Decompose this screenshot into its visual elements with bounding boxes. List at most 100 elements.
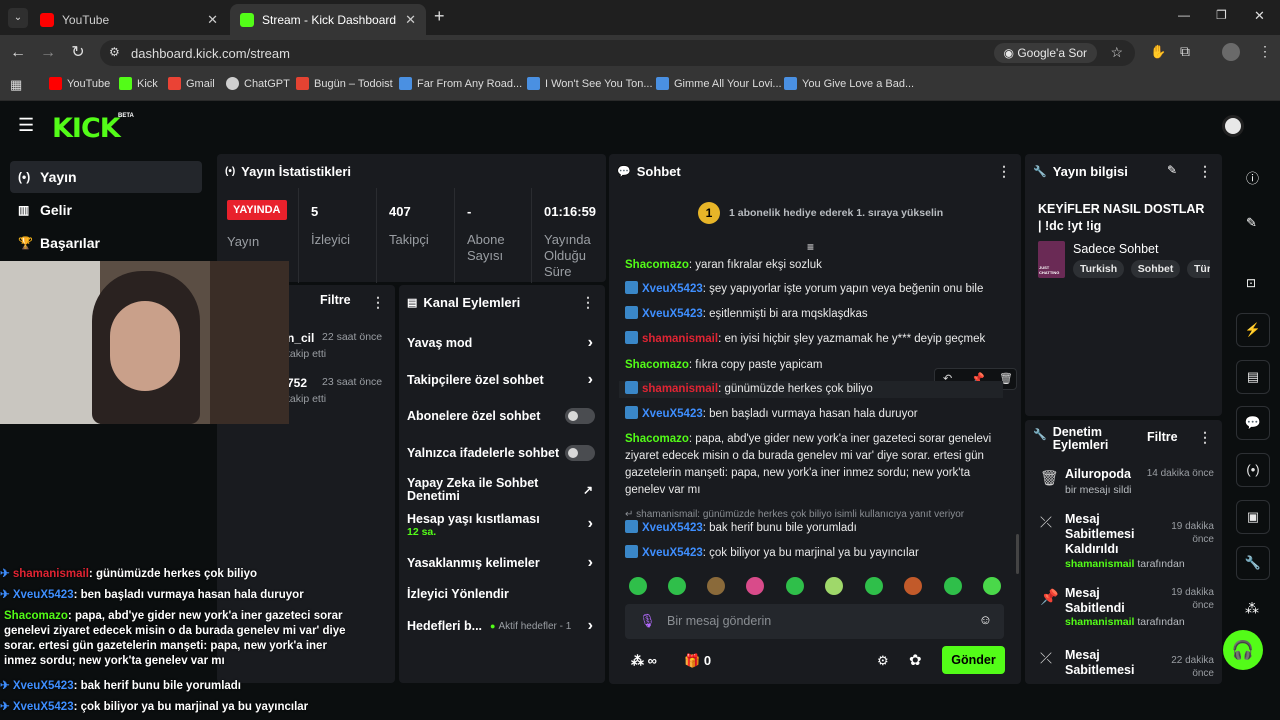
close-tab-icon[interactable]: ✕ (405, 12, 416, 28)
emote-icon[interactable] (944, 577, 962, 595)
close-window-button[interactable]: ✕ (1254, 8, 1265, 24)
emote-icon[interactable] (865, 577, 883, 595)
omnibox[interactable]: ⚙ dashboard.kick.com/stream ◉ Google'a S… (100, 40, 1135, 66)
microphone-icon[interactable]: 🎙 (639, 613, 656, 629)
subscribers-only-toggle[interactable] (565, 408, 595, 424)
url-text[interactable]: dashboard.kick.com/stream (131, 46, 290, 61)
account-age-row[interactable]: Hesap yaşı kısıtlaması 12 sa. › (407, 510, 595, 540)
send-button[interactable]: Gönder (942, 646, 1005, 674)
chat-user[interactable]: XveuX5423 (642, 408, 703, 420)
apps-grid-icon[interactable]: ▦ (10, 77, 22, 93)
tab-search-button[interactable]: ⌄ (8, 8, 28, 28)
browser-menu-icon[interactable]: ⋮ (1258, 43, 1272, 60)
profile-avatar[interactable] (1222, 43, 1240, 61)
moderation-filter-button[interactable]: Filtre (1147, 430, 1178, 444)
chat-user[interactable]: Shacomazo (625, 259, 689, 271)
bookmark-song-2[interactable]: I Won't See You Ton... (527, 77, 653, 90)
kicks-balance[interactable]: 🎁 0 (684, 653, 711, 669)
emote-only-toggle[interactable] (565, 445, 595, 461)
mod-user[interactable]: shamanismail (1065, 616, 1134, 628)
reload-icon[interactable]: ↻ (68, 43, 88, 63)
site-info-icon[interactable]: ⚙ (109, 45, 120, 59)
chat-settings-icon[interactable]: ⚙ (877, 653, 889, 669)
banned-words-row[interactable]: Yasaklanmış kelimeler › (407, 548, 595, 578)
chat-scrollbar[interactable] (1016, 534, 1019, 574)
sidebar-item-gelir[interactable]: ▥ Gelir (10, 194, 202, 226)
kick-emote-icon[interactable]: ✿ (909, 651, 922, 669)
chat-user[interactable]: shamanismail (642, 333, 718, 345)
sidebar-item-basarilar[interactable]: 🏆 Başarılar (10, 227, 202, 259)
edit-layout-icon[interactable]: ✎ (1246, 215, 1257, 231)
chat-user[interactable]: Shacomazo (625, 359, 689, 371)
emote-icon[interactable] (746, 577, 764, 595)
bookmark-star-icon[interactable]: ☆ (1110, 44, 1123, 61)
google-lens-button[interactable]: ◉ Google'a Sor (993, 43, 1097, 63)
bookmark-todoist[interactable]: Bugün – Todoist (296, 77, 393, 90)
bookmark-gmail[interactable]: Gmail (168, 77, 215, 90)
tab-youtube[interactable]: YouTube ✕ (30, 4, 228, 35)
chat-user[interactable]: XveuX5423 (642, 308, 703, 320)
chat-user[interactable]: Shacomazo (625, 433, 689, 445)
emote-icon[interactable] (629, 577, 647, 595)
emote-icon[interactable] (786, 577, 804, 595)
sidebar-item-yayin[interactable]: (•) Yayın (10, 161, 202, 193)
emoji-picker-icon[interactable]: ☺ (979, 612, 992, 627)
hamburger-menu-icon[interactable]: ☰ (18, 115, 34, 136)
category-thumbnail[interactable]: JUST CHATTING (1038, 241, 1065, 278)
emote-icon[interactable] (668, 577, 686, 595)
back-icon[interactable]: ← (8, 43, 28, 63)
category-name[interactable]: Sadece Sohbet (1073, 242, 1159, 256)
bookmark-song-4[interactable]: You Give Love a Bad... (784, 77, 914, 90)
emote-icon[interactable] (707, 577, 725, 595)
chat-user[interactable]: shamanismail (642, 383, 718, 395)
more-options-icon[interactable]: ⋮ (1198, 163, 1212, 180)
chat-options-icon[interactable]: ⋮ (997, 163, 1011, 180)
rail-layout-icon[interactable]: ▣ (1236, 500, 1270, 534)
bookmark-youtube[interactable]: YouTube (49, 77, 110, 90)
kick-logo[interactable]: KICK (52, 113, 121, 144)
emote-icon[interactable] (904, 577, 922, 595)
tab-kick-dashboard[interactable]: Stream - Kick Dashboard ✕ (230, 4, 426, 35)
bookmark-song-1[interactable]: Far From Any Road... (399, 77, 522, 90)
goals-row[interactable]: Hedefleri b... ● Aktif hedefler - 1 › (407, 611, 595, 641)
more-options-icon[interactable]: ⋮ (581, 294, 595, 311)
edit-pencil-icon[interactable]: ✎ (1167, 163, 1177, 177)
rail-notes-icon[interactable]: ▤ (1236, 360, 1270, 394)
pinned-collapse-icon[interactable]: ≡ (807, 240, 814, 254)
rail-chat-icon[interactable]: 💬 (1236, 406, 1270, 440)
screenshot-icon[interactable]: ⊡ (1246, 276, 1256, 290)
close-tab-icon[interactable]: ✕ (207, 12, 218, 28)
support-headset-button[interactable]: 🎧 (1223, 630, 1263, 670)
rail-broadcast-icon[interactable]: (•) (1236, 453, 1270, 487)
bookmark-song-3[interactable]: Gimme All Your Lovi... (656, 77, 782, 90)
restore-button[interactable]: ❐ (1216, 8, 1227, 22)
quick-action-lightning[interactable]: ⚡ (1236, 313, 1270, 347)
chat-input[interactable]: 🎙 Bir mesaj gönderin ☺ (625, 604, 1004, 639)
emote-icon[interactable] (825, 577, 843, 595)
ai-moderation-row[interactable]: Yapay Zeka ile Sohbet Denetimi ↗ (407, 475, 595, 505)
info-icon[interactable]: ⓘ (1246, 168, 1259, 187)
slow-mode-row[interactable]: Yavaş mod › (407, 328, 595, 358)
forward-icon[interactable]: → (38, 43, 58, 63)
minimize-button[interactable]: — (1178, 8, 1190, 22)
bookmark-chatgpt[interactable]: ChatGPT (226, 77, 290, 90)
more-options-icon[interactable]: ⋮ (1198, 429, 1212, 446)
bookmark-kick[interactable]: Kick (119, 77, 158, 90)
viewer-redirect-row[interactable]: İzleyici Yönlendir (407, 579, 595, 609)
followers-only-row[interactable]: Takipçilere özel sohbet › (407, 365, 595, 395)
tag[interactable]: Türk (1187, 260, 1210, 278)
rail-points-icon[interactable]: ⁂ (1245, 600, 1259, 617)
extension-icon[interactable]: ✋ (1150, 44, 1166, 60)
rail-wrench-icon[interactable]: 🔧 (1236, 546, 1270, 580)
gift-leaderboard-banner[interactable]: 1 1 abonelik hediye ederek 1. sıraya yük… (698, 202, 943, 224)
more-options-icon[interactable]: ⋮ (371, 294, 385, 311)
emote-icon[interactable] (983, 577, 1001, 595)
chat-user[interactable]: XveuX5423 (642, 522, 703, 534)
new-tab-button[interactable]: + (434, 6, 445, 27)
chat-user[interactable]: XveuX5423 (642, 283, 703, 295)
extensions-puzzle-icon[interactable]: ⧉ (1180, 43, 1190, 60)
tag[interactable]: Sohbet (1130, 260, 1181, 278)
mod-user[interactable]: shamanismail (1065, 558, 1134, 570)
channel-points[interactable]: ⁂ ∞ (631, 653, 657, 669)
activity-filter-button[interactable]: Filtre (320, 293, 351, 307)
